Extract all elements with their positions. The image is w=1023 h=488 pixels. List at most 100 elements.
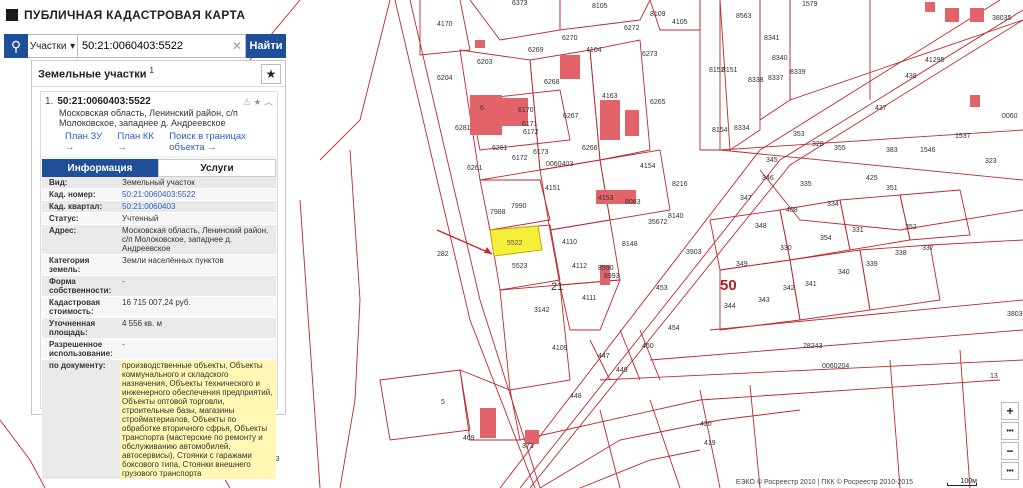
parcel-number-label: 38037 bbox=[1007, 311, 1023, 318]
table-row: Категория земель: Земли населённых пункто… bbox=[42, 255, 276, 276]
parcel-number-label: 8140 bbox=[668, 213, 684, 220]
field-label: Кадастровая стоимость: bbox=[49, 298, 101, 316]
parcel-number-label: 4153 bbox=[598, 195, 614, 202]
search-input[interactable] bbox=[78, 34, 246, 58]
parcel-number-label: 6269 bbox=[528, 47, 544, 54]
field-value: Московская область, Ленинский район, с/п… bbox=[122, 226, 269, 253]
parcel-number-label: 438 bbox=[905, 73, 917, 80]
parcel-number-label: 8341 bbox=[764, 35, 780, 42]
table-row: Кад. квартал: 50:21:0060403 bbox=[42, 201, 276, 213]
parcel-number-label: 3142 bbox=[534, 307, 550, 314]
parcel-number-label: 6266 bbox=[582, 145, 598, 152]
more-dots-icon-2[interactable]: ••• bbox=[1001, 462, 1019, 480]
tab-info[interactable]: Информация bbox=[42, 159, 158, 177]
parcel-number-label: 7990 bbox=[511, 203, 527, 210]
parcel-number-label: 6270 bbox=[562, 35, 578, 42]
app-title: ПУБЛИЧНАЯ КАДАСТРОВАЯ КАРТА bbox=[24, 8, 246, 22]
parcel-number-label: 4109 bbox=[552, 345, 568, 352]
zoom-in-button[interactable]: + bbox=[1001, 402, 1019, 420]
table-row: Вид: Земельный участок bbox=[42, 177, 276, 189]
parcel-number-label: 6173 bbox=[533, 149, 549, 156]
zoom-out-button[interactable]: − bbox=[1001, 442, 1019, 460]
favorites-star-icon[interactable]: ★ bbox=[261, 63, 281, 84]
parcel-number-label: 6373 bbox=[512, 0, 528, 7]
field-label: Кад. номер: bbox=[49, 190, 96, 199]
field-label: Вид: bbox=[49, 178, 68, 187]
field-value: производственные объекты, Объекты коммун… bbox=[120, 360, 276, 479]
parcel-number-label: 7988 bbox=[490, 209, 506, 216]
field-value[interactable]: 50:21:0060403 bbox=[120, 201, 276, 212]
parcel-number-label: 1537 bbox=[955, 133, 971, 140]
zoom-controls: + ••• − ••• bbox=[1001, 402, 1019, 482]
parcel-number-label: 4112 bbox=[572, 263, 587, 270]
field-value: 16 715 007,24 руб. bbox=[122, 298, 191, 307]
parcel-number-label: 5 bbox=[441, 399, 445, 406]
parcel-number-label: 8105 bbox=[592, 3, 608, 10]
field-label: по документу: bbox=[49, 361, 106, 370]
table-row: Форма собственности: - bbox=[42, 276, 276, 297]
parcel-number-label: 8109 bbox=[650, 11, 666, 18]
parcel-number-label: 0060403 bbox=[546, 161, 573, 168]
clear-icon[interactable]: ✕ bbox=[232, 39, 242, 53]
parcel-number-label: 454 bbox=[668, 325, 680, 332]
parcel-number-label: 0060 bbox=[1002, 113, 1018, 120]
parcel-number-label: 450 bbox=[642, 343, 654, 350]
search-type-label: Участки bbox=[29, 40, 67, 52]
parcel-number-label: 8993 bbox=[604, 273, 620, 280]
plan-kk-link[interactable]: План КК → bbox=[117, 131, 157, 153]
parcel-number-label: 341 bbox=[805, 281, 817, 288]
parcel-number-label: 355 bbox=[834, 145, 846, 152]
parcel-number-label: 6 bbox=[480, 105, 484, 112]
more-dots-icon[interactable]: ••• bbox=[1001, 422, 1019, 440]
parcel-number-label: 328 bbox=[812, 141, 824, 148]
table-row: Кадастровая стоимость: 16 715 007,24 руб. bbox=[42, 297, 276, 318]
parcel-number-label: 343 bbox=[758, 297, 770, 304]
parcel-number-label: 6172 bbox=[512, 155, 528, 162]
parcel-number-label: 35672 bbox=[648, 219, 668, 226]
tab-services[interactable]: Услуги bbox=[158, 159, 276, 177]
parcel-number-label: 323 bbox=[985, 158, 997, 165]
parcel-number-label: 6170 bbox=[518, 107, 534, 114]
parcel-number-label: 420 bbox=[700, 421, 712, 428]
top-bar: ПУБЛИЧНАЯ КАДАСТРОВАЯ КАРТА bbox=[0, 0, 245, 30]
parcel-number-label: 4110 bbox=[562, 239, 577, 246]
find-button[interactable]: Найти bbox=[246, 34, 286, 58]
parcel-number-label: 331 bbox=[852, 227, 864, 234]
parcel-number-label: 354 bbox=[820, 235, 832, 242]
field-value[interactable]: 50:21:0060403:5522 bbox=[120, 189, 276, 200]
parcel-number-label: 447 bbox=[598, 353, 610, 360]
table-row: Разрешенное использование: - bbox=[42, 339, 276, 360]
parcel-number-label: 334 bbox=[827, 201, 839, 208]
chevron-down-icon: ▾ bbox=[70, 40, 76, 52]
table-row: по документу: производственные объекты, О… bbox=[42, 360, 276, 480]
parcel-number-label: 28243 bbox=[803, 343, 823, 350]
parcel-number-label: 8148 bbox=[622, 241, 638, 248]
card-actions-icon[interactable]: ⚠ ★ ︿ bbox=[243, 95, 273, 108]
parcel-number-label: 469 bbox=[463, 435, 475, 442]
copyright: ЕЭКО © Росреестр 2010 | ПКК © Росреестр … bbox=[735, 479, 913, 486]
search-in-bounds-link[interactable]: Поиск в границах объекта → bbox=[169, 131, 273, 153]
parcel-number-label: 348 bbox=[755, 223, 767, 230]
parcel-number-label: 335 bbox=[800, 181, 812, 188]
parcel-number-label: 8337 bbox=[768, 75, 784, 82]
parcel-number-label: 6265 bbox=[650, 99, 666, 106]
table-row: Адрес: Московская область, Ленинский райо… bbox=[42, 225, 276, 255]
parcel-number-label: 1546 bbox=[920, 147, 936, 154]
parcel-number-label: 383 bbox=[886, 147, 898, 154]
parcel-number-label: 8334 bbox=[734, 125, 750, 132]
search-icon[interactable]: ⚲ bbox=[4, 34, 28, 58]
parcel-number-label: 349 bbox=[736, 261, 748, 268]
parcel-number-label: 351 bbox=[886, 185, 898, 192]
parcel-number-label: 8339 bbox=[790, 69, 806, 76]
parcel-number-label: 4164 bbox=[586, 47, 602, 54]
block-number: 50 bbox=[720, 277, 737, 294]
parcel-number-label: 6204 bbox=[437, 75, 453, 82]
parcel-number-label: 6261 bbox=[467, 165, 483, 172]
parcel-number-label: 453 bbox=[656, 285, 668, 292]
field-label: Уточненная площадь: bbox=[49, 319, 96, 337]
search-type-select[interactable]: Участки ▾ bbox=[28, 34, 78, 58]
panel-title: Земельные участки 1 bbox=[38, 66, 154, 81]
parcel-card: 1. 50:21:0060403:5522 ⚠ ★ ︿ Московская об… bbox=[40, 91, 278, 480]
field-label: Разрешенное использование: bbox=[49, 340, 113, 358]
plan-zu-link[interactable]: План ЗУ → bbox=[65, 131, 105, 153]
